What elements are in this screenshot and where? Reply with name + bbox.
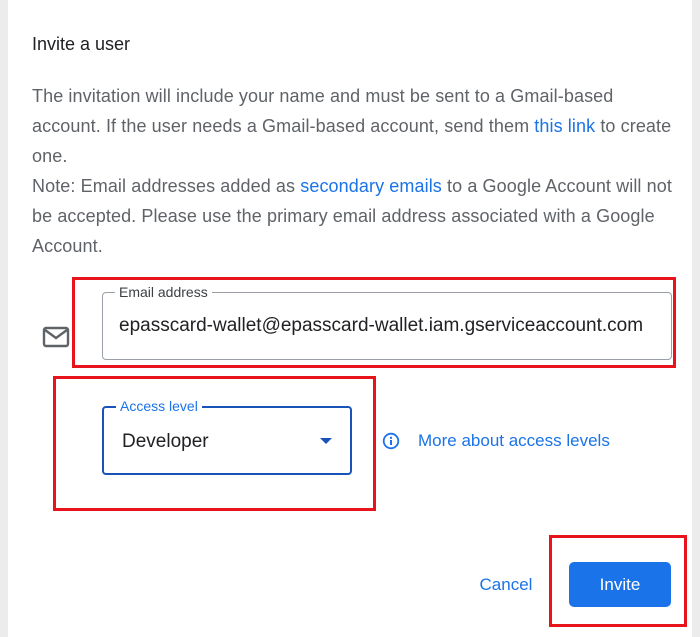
cancel-button[interactable]: Cancel xyxy=(468,562,544,608)
invite-user-dialog: Invite a user The invitation will includ… xyxy=(8,0,692,637)
more-about-access-levels-link[interactable]: More about access levels xyxy=(418,430,610,452)
access-level-select[interactable]: Access level Developer xyxy=(102,398,352,475)
this-link[interactable]: this link xyxy=(534,116,595,136)
email-field-label: Email address xyxy=(115,284,212,300)
access-level-value: Developer xyxy=(122,431,209,452)
dropdown-arrow-icon xyxy=(320,438,332,444)
email-address-field[interactable]: Email address xyxy=(102,284,672,360)
note-text: Note: Email addresses added as xyxy=(32,176,301,196)
mail-icon xyxy=(42,326,70,348)
access-level-label: Access level xyxy=(116,398,202,414)
email-input[interactable] xyxy=(103,293,671,359)
dialog-title: Invite a user xyxy=(32,34,131,54)
info-icon xyxy=(382,432,400,450)
secondary-emails-link[interactable]: secondary emails xyxy=(300,176,442,196)
dialog-description: The invitation will include your name an… xyxy=(32,81,672,261)
invitation-text: The invitation will include your name an… xyxy=(32,86,614,136)
secondary-email-note: Note: Email addresses added as secondary… xyxy=(32,171,672,261)
invitation-info: The invitation will include your name an… xyxy=(32,81,672,171)
invite-button[interactable]: Invite xyxy=(569,562,671,607)
